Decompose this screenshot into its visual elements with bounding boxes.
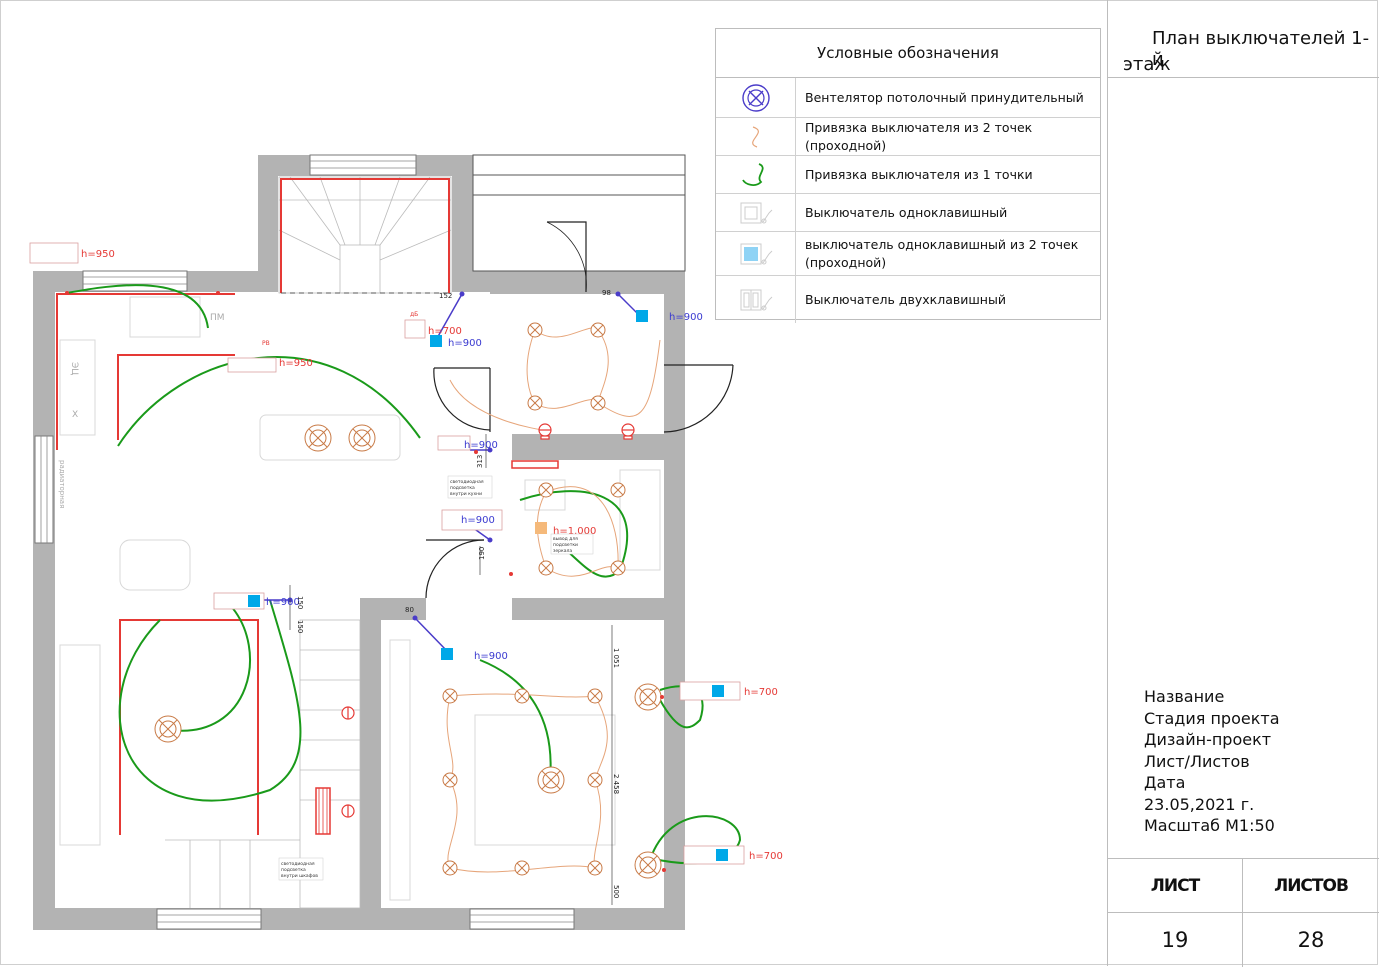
height-label: h=950 — [81, 249, 115, 260]
dim-label: 2 458 — [612, 774, 620, 794]
room-mark: РВ — [262, 340, 270, 347]
legend-row: Привязка выключателя из 1 точки — [716, 156, 1100, 194]
sheet-title-line1: План выключателей 1-й — [1152, 28, 1370, 70]
note-line: подсветка — [450, 486, 475, 491]
stair-top — [278, 176, 452, 294]
dim-label: 313 — [476, 455, 484, 468]
dim-label: 98 — [602, 289, 611, 297]
note-line: светодиодная — [281, 862, 315, 867]
legend-text: Выключатель одноклавишный — [805, 204, 1008, 220]
note-line: подсветки — [553, 543, 578, 548]
sheet-label: ЛИСТ — [1108, 859, 1243, 913]
dim-label: 80 — [405, 606, 414, 614]
height-label: h=950 — [279, 358, 313, 369]
sheet-title-line2: этаж — [1123, 54, 1171, 75]
entrance-floor — [490, 294, 512, 440]
height-label: h=900 — [464, 440, 498, 451]
stair-bottom — [165, 619, 361, 909]
legend-row: Выключатель одноклавишный — [716, 194, 1100, 232]
legend-row: Привязка выключателя из 2 точек (проходн… — [716, 118, 1100, 156]
dim-label: 1 051 — [612, 648, 620, 668]
double-switch-icon — [716, 276, 796, 323]
info-line: Масштаб М1:50 — [1144, 816, 1275, 835]
sheets-label: ЛИСТОВ — [1243, 859, 1379, 913]
legend-title: Условные обозначения — [716, 29, 1100, 78]
legend-text: Привязка выключателя из 2 точек (проходн… — [805, 119, 1033, 153]
legend-text: Выключатель двухклавишный — [805, 291, 1006, 307]
sheet-table: ЛИСТ ЛИСТОВ 19 28 — [1108, 858, 1379, 967]
info-line: Стадия проекта — [1144, 708, 1280, 728]
note-line: подсветка — [281, 868, 306, 873]
height-label: h=900 — [448, 338, 482, 349]
height-label: h=900 — [461, 515, 495, 526]
mirror-outlet — [535, 522, 547, 534]
note-line: вывод для — [553, 537, 578, 542]
title-block: План выключателей 1-й этаж Название Стад… — [1107, 0, 1379, 967]
note-line: светодиодная — [450, 480, 484, 485]
ceiling-fan-icon — [716, 78, 796, 117]
info-line: 23.05,2021 г. — [1144, 794, 1255, 814]
title-block-title: План выключателей 1-й этаж — [1108, 0, 1379, 78]
legend-text: выключатель одноклавишный из 2 точек (пр… — [805, 236, 1079, 270]
room-mark: ЭЦ — [69, 362, 79, 375]
note-line: внутри шкафов — [281, 873, 318, 879]
dim-label: 152 — [439, 292, 452, 300]
legend-row: выключатель одноклавишный из 2 точек (пр… — [716, 232, 1100, 276]
height-label: h=700 — [428, 326, 462, 337]
legend-text: Привязка выключателя из 1 точки — [805, 166, 1033, 182]
dim-label: 190 — [478, 547, 486, 560]
height-label: h=900 — [474, 651, 508, 662]
room-mark: радиаторная — [58, 460, 66, 508]
dim-label: 500 — [612, 885, 620, 898]
sheets-total: 28 — [1297, 928, 1325, 952]
dim-label: 150 — [296, 620, 304, 633]
dim-label: 150 — [296, 596, 304, 609]
single-switch-icon — [716, 194, 796, 231]
two-point-link-icon — [716, 118, 796, 155]
height-label: h=700 — [744, 687, 778, 698]
note-line: зеркала — [553, 549, 572, 554]
height-label: h=900 — [266, 597, 300, 608]
project-info: Название Стадия проекта Дизайн-проект Ли… — [1144, 686, 1280, 837]
height-label: h=700 — [749, 851, 783, 862]
info-line: Название — [1144, 687, 1225, 706]
info-line: Дизайн-проект — [1144, 730, 1272, 749]
passthrough-switch-icon — [716, 232, 796, 275]
room-mark: X — [72, 410, 78, 420]
room-mark: дБ — [410, 311, 418, 318]
radiator-bath — [511, 460, 559, 469]
note-line: внутри кухни — [450, 492, 482, 497]
one-point-link-icon — [716, 156, 796, 193]
info-line: Лист/Листов — [1144, 751, 1250, 771]
legend-text: Вентелятор потолочный принудительный — [805, 89, 1084, 105]
height-label: h=900 — [669, 312, 703, 323]
room-mark: ПМ — [210, 313, 225, 323]
info-line: Дата — [1144, 773, 1186, 792]
legend-row: Вентелятор потолочный принудительный — [716, 78, 1100, 118]
sheet-number: 19 — [1108, 913, 1243, 967]
legend-row: Выключатель двухклавишный — [716, 276, 1100, 323]
legend: Условные обозначения Вентелятор потолочн… — [715, 28, 1101, 323]
